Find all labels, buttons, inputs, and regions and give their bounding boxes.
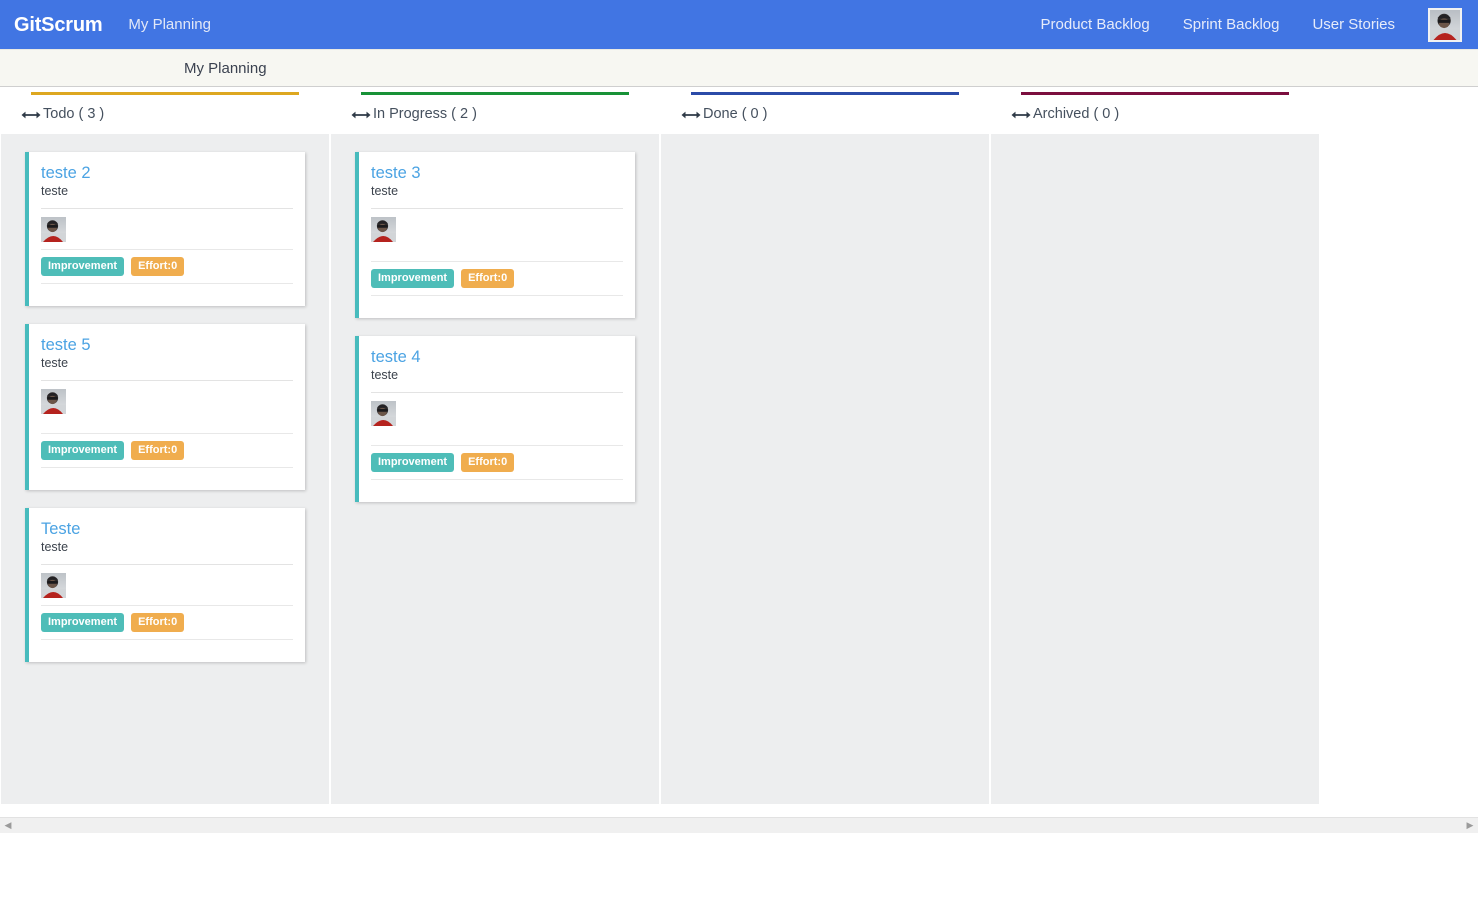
task-card[interactable]: teste 5 teste Improvement Effort:0 — [25, 324, 305, 491]
arrows-horizontal-icon[interactable] — [21, 109, 41, 121]
kanban-board: Todo ( 3 ) teste 2 teste Improvement Effort… — [0, 87, 1478, 817]
card-footer — [41, 284, 293, 306]
column-inner: Archived ( 0 ) — [991, 92, 1319, 817]
column-title: In Progress ( 2 ) — [373, 106, 477, 123]
card-footer — [371, 296, 623, 318]
page-bottom-filler — [0, 833, 1478, 920]
card-tag-label[interactable]: Improvement — [371, 453, 455, 473]
card-title[interactable]: teste 2 — [41, 164, 293, 182]
card-tag-label[interactable]: Improvement — [371, 269, 455, 289]
nav-link-my-planning[interactable]: My Planning — [128, 17, 211, 32]
nav-link-sprint-backlog[interactable]: Sprint Backlog — [1183, 17, 1280, 32]
board-column-todo: Todo ( 3 ) teste 2 teste Improvement Effort… — [0, 87, 330, 817]
column-header[interactable]: Done ( 0 ) — [661, 95, 989, 134]
task-card[interactable]: Teste teste Improvement Effort:0 — [25, 508, 305, 663]
column-header[interactable]: In Progress ( 2 ) — [331, 95, 659, 134]
card-tag-label[interactable]: Improvement — [41, 257, 125, 277]
secondary-bar: My Planning — [0, 49, 1478, 87]
avatar[interactable] — [41, 389, 66, 415]
avatar[interactable] — [1428, 7, 1462, 42]
column-header[interactable]: Todo ( 3 ) — [1, 95, 329, 134]
card-assignees — [41, 381, 293, 435]
scrollbar-track[interactable] — [16, 818, 1462, 834]
card-tags: Improvement Effort:0 — [41, 606, 293, 641]
column-card-list[interactable]: teste 3 teste Improvement Effort:0 teste 4t… — [331, 134, 659, 804]
column-title: Archived ( 0 ) — [1033, 106, 1120, 123]
card-footer — [41, 468, 293, 490]
card-assignees — [371, 393, 623, 447]
card-title[interactable]: teste 3 — [371, 164, 623, 182]
board-column-done: Done ( 0 ) — [660, 87, 990, 817]
card-footer — [41, 640, 293, 662]
card-description: teste — [41, 356, 293, 382]
card-description: teste — [371, 368, 623, 394]
column-card-list[interactable] — [661, 134, 989, 804]
card-description: teste — [371, 184, 623, 210]
task-card[interactable]: teste 4 teste Improvement Effort:0 — [355, 336, 635, 503]
nav-link-product-backlog[interactable]: Product Backlog — [1041, 17, 1150, 32]
card-assignees — [41, 209, 293, 251]
column-inner: Todo ( 3 ) teste 2 teste Improvement Effort… — [1, 92, 329, 817]
card-effort-badge[interactable]: Effort:0 — [461, 269, 515, 289]
card-tag-label[interactable]: Improvement — [41, 441, 125, 461]
card-description: teste — [41, 540, 293, 566]
task-card[interactable]: teste 2 teste Improvement Effort:0 — [25, 152, 305, 307]
column-title: Todo ( 3 ) — [43, 106, 105, 123]
card-effort-badge[interactable]: Effort:0 — [461, 453, 515, 473]
column-card-list[interactable]: teste 2 teste Improvement Effort:0 teste 5t… — [1, 134, 329, 804]
card-assignees — [41, 565, 293, 607]
column-header[interactable]: Archived ( 0 ) — [991, 95, 1319, 134]
card-assignees — [371, 209, 623, 263]
column-inner: Done ( 0 ) — [661, 92, 989, 817]
card-description: teste — [41, 184, 293, 210]
avatar[interactable] — [41, 217, 66, 243]
board-scroll-area: Todo ( 3 ) teste 2 teste Improvement Effort… — [0, 87, 1478, 817]
avatar[interactable] — [371, 401, 396, 427]
card-tags: Improvement Effort:0 — [371, 446, 623, 481]
board-column-archived: Archived ( 0 ) — [990, 87, 1320, 817]
card-tags: Improvement Effort:0 — [41, 250, 293, 285]
board-column-in-progress: In Progress ( 2 ) teste 3 teste Improvemen… — [330, 87, 660, 817]
scroll-left-arrow-icon[interactable]: ◀ — [0, 818, 16, 834]
avatar[interactable] — [371, 217, 396, 243]
card-title[interactable]: teste 4 — [371, 348, 623, 366]
task-card[interactable]: teste 3 teste Improvement Effort:0 — [355, 152, 635, 319]
card-title[interactable]: teste 5 — [41, 336, 293, 354]
card-footer — [371, 480, 623, 502]
top-navbar: GitScrum My Planning Product Backlog Spr… — [0, 0, 1478, 49]
card-effort-badge[interactable]: Effort:0 — [131, 257, 185, 277]
horizontal-scrollbar[interactable]: ◀ ▶ — [0, 817, 1478, 833]
arrows-horizontal-icon[interactable] — [681, 109, 701, 121]
card-effort-badge[interactable]: Effort:0 — [131, 613, 185, 633]
card-tag-label[interactable]: Improvement — [41, 613, 125, 633]
nav-link-user-stories[interactable]: User Stories — [1312, 17, 1395, 32]
arrows-horizontal-icon[interactable] — [351, 109, 371, 121]
arrows-horizontal-icon[interactable] — [1011, 109, 1031, 121]
card-tags: Improvement Effort:0 — [371, 262, 623, 297]
column-card-list[interactable] — [991, 134, 1319, 804]
card-tags: Improvement Effort:0 — [41, 434, 293, 469]
column-inner: In Progress ( 2 ) teste 3 teste Improvemen… — [331, 92, 659, 817]
column-title: Done ( 0 ) — [703, 106, 768, 123]
card-effort-badge[interactable]: Effort:0 — [131, 441, 185, 461]
page-title: My Planning — [184, 59, 267, 77]
brand-logo[interactable]: GitScrum — [14, 15, 103, 35]
card-title[interactable]: Teste — [41, 520, 293, 538]
avatar[interactable] — [41, 573, 66, 599]
nav-right-group: Product Backlog Sprint Backlog User Stor… — [1041, 7, 1462, 42]
scroll-right-arrow-icon[interactable]: ▶ — [1462, 818, 1478, 834]
